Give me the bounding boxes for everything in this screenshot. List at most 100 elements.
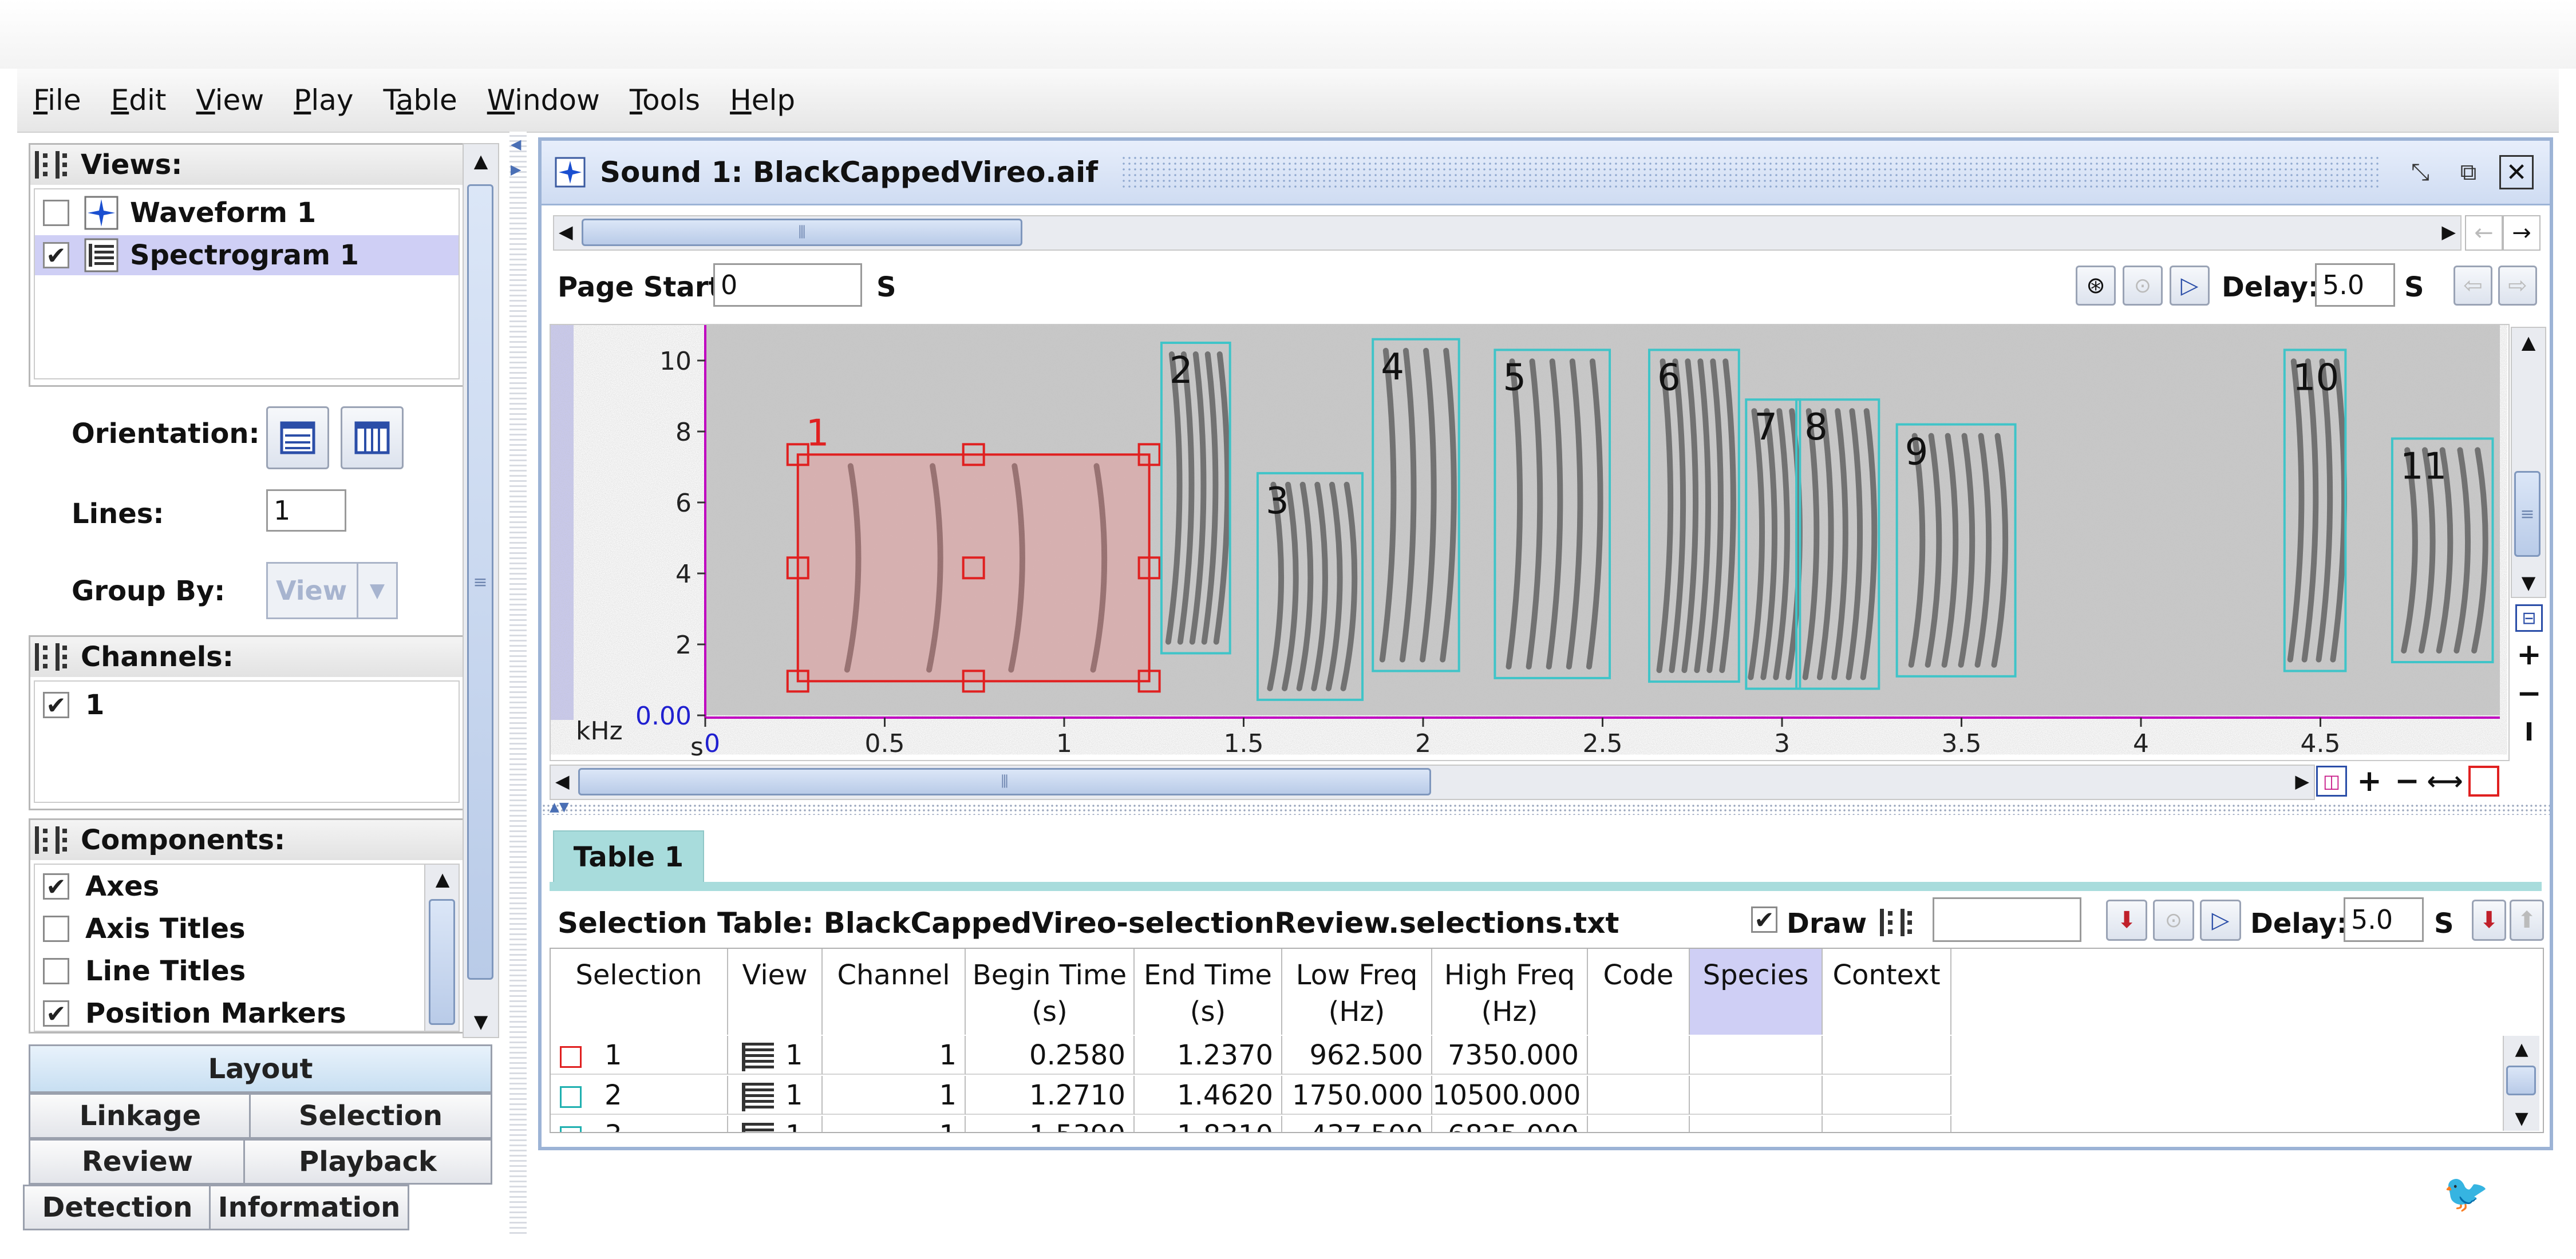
menu-play[interactable]: Play <box>294 84 353 117</box>
tab-linkage[interactable]: Linkage <box>29 1093 252 1139</box>
left-panel-scroll-thumb[interactable]: ≡ <box>467 184 493 980</box>
grip-icon[interactable] <box>30 640 70 674</box>
selection-box-1[interactable] <box>796 453 1151 683</box>
components-scroll-thumb[interactable] <box>429 899 455 1025</box>
draw-checkbox[interactable]: ✔ <box>1751 906 1777 934</box>
time-zoom-box-icon[interactable] <box>2468 766 2499 797</box>
scroll-up-icon[interactable]: ▲ <box>464 150 498 172</box>
column-header-begin-time[interactable]: Begin Time (s) <box>966 949 1135 1035</box>
grip-icon[interactable] <box>30 823 70 857</box>
page-start-input[interactable]: 0 <box>713 263 862 307</box>
view-item-waveform[interactable]: Waveform 1 <box>35 193 459 233</box>
column-header-high-freq[interactable]: High Freq (Hz) <box>1432 949 1588 1035</box>
table-cell-context[interactable] <box>1823 1076 1951 1115</box>
time-zoom-out-icon[interactable]: − <box>2392 764 2423 798</box>
component-item-position-markers[interactable]: ✔ Position Markers <box>35 993 413 1031</box>
table-prev-up-icon[interactable]: ⬆ <box>2510 900 2544 941</box>
menu-tools[interactable]: Tools <box>630 84 700 117</box>
grip-icon[interactable] <box>1875 905 1915 940</box>
table-cell-channel[interactable]: 1 <box>823 1116 966 1132</box>
grip-icon[interactable] <box>30 148 70 182</box>
freq-zoom-in-icon[interactable]: + <box>2515 638 2543 672</box>
table-cell-selection[interactable]: 2 <box>551 1076 728 1115</box>
time-scrollbar-top[interactable]: ◀ ⦀ ▶ <box>553 215 2462 251</box>
time-zoom-selection-icon[interactable]: ⟷ <box>2427 765 2463 798</box>
delay-back-icon[interactable]: ⇦ <box>2453 266 2492 306</box>
column-header-channel[interactable]: Channel <box>823 949 966 1035</box>
left-panel-scrollbar[interactable]: ▲ ≡ ▼ <box>463 143 499 1038</box>
tab-information[interactable]: Information <box>209 1185 409 1230</box>
chevron-down-icon[interactable]: ▼ <box>357 564 396 617</box>
table-cell-begin[interactable]: 1.5390 <box>966 1116 1135 1132</box>
table-cell-low[interactable]: 437.500 <box>1282 1116 1432 1132</box>
table-cell-low[interactable]: 962.500 <box>1282 1036 1432 1075</box>
minimize-icon[interactable]: ⤡ <box>2403 155 2437 189</box>
time-fit-icon[interactable]: ◫ <box>2316 766 2347 797</box>
table-cell-high[interactable]: 10500.000 <box>1432 1076 1588 1115</box>
time-scrollbar-bottom[interactable]: ◀ ⦀ ▶ <box>550 765 2315 800</box>
delay-input[interactable]: 5.0 <box>2315 263 2395 307</box>
menu-edit[interactable]: Edit <box>111 84 167 117</box>
table-cell-context[interactable] <box>1823 1036 1951 1075</box>
tab-selection[interactable]: Selection <box>249 1093 492 1139</box>
table-cell-view[interactable]: 1 <box>728 1036 823 1075</box>
component-checkbox-line-titles[interactable] <box>43 958 69 984</box>
table-cell-view[interactable]: 1 <box>728 1076 823 1115</box>
column-header-low-freq[interactable]: Low Freq (Hz) <box>1282 949 1432 1035</box>
tab-table-1[interactable]: Table 1 <box>553 830 704 883</box>
divider-arrows-icon[interactable]: ▲▼ <box>550 800 569 814</box>
table-cell-end[interactable]: 1.2370 <box>1135 1036 1282 1075</box>
delay-forward-icon[interactable]: ⇨ <box>2498 266 2537 306</box>
table-cell-channel[interactable]: 1 <box>823 1076 966 1115</box>
collapse-left-icon[interactable]: ◀ <box>511 136 521 152</box>
freq-zoom-out-icon[interactable]: − <box>2515 676 2543 711</box>
table-cell-code[interactable] <box>1588 1076 1690 1115</box>
freq-fit-icon[interactable]: ⊟ <box>2515 604 2543 632</box>
panel-splitter[interactable] <box>509 132 527 1236</box>
table-scrollbar[interactable]: ▲ ▼ <box>2503 1036 2539 1131</box>
view-item-spectrogram[interactable]: ✔ Spectrogram 1 <box>35 235 459 275</box>
table-cell-species[interactable] <box>1690 1076 1823 1115</box>
table-cell-species[interactable] <box>1690 1036 1823 1075</box>
menu-view[interactable]: View <box>196 84 264 117</box>
menu-file[interactable]: File <box>33 84 81 117</box>
column-header-selection[interactable]: Selection <box>551 949 728 1035</box>
maximize-icon[interactable]: ⧉ <box>2451 155 2486 189</box>
scroll-right-icon[interactable]: ▶ <box>2295 770 2309 792</box>
table-cell-channel[interactable]: 1 <box>823 1036 966 1075</box>
play-to-button[interactable]: ▷ <box>2170 266 2210 306</box>
lines-input[interactable]: 1 <box>266 489 346 532</box>
menu-window[interactable]: Window <box>487 84 600 117</box>
component-checkbox-axis-titles[interactable] <box>43 916 69 942</box>
freq-zoom-selection-icon[interactable]: I <box>2515 716 2543 748</box>
component-item-axis-titles[interactable]: Axis Titles <box>35 908 413 949</box>
groupby-select[interactable]: View ▼ <box>266 562 398 619</box>
tab-layout[interactable]: Layout <box>29 1044 492 1093</box>
frequency-scrollbar[interactable]: ▲ ≡ ▼ <box>2511 327 2546 598</box>
tab-detection[interactable]: Detection <box>23 1185 212 1230</box>
menu-help[interactable]: Help <box>730 84 795 117</box>
table-delay-input[interactable]: 5.0 <box>2344 897 2424 942</box>
components-scrollbar[interactable]: ▲ <box>424 865 459 1031</box>
spectrogram-plot[interactable]: 10 8 6 4 2 0.00 kHz 0 0.5 1 1.5 2 2.5 3 3.5 4 4.5 s 1 2 3 4 5 6… <box>551 325 2507 758</box>
scroll-left-icon[interactable]: ◀ <box>555 770 570 792</box>
scroll-up-icon[interactable]: ▲ <box>2504 1039 2539 1059</box>
table-cell-code[interactable] <box>1588 1116 1690 1132</box>
view-table-divider[interactable] <box>542 803 2550 815</box>
time-scroll-thumb-top[interactable]: ⦀ <box>582 219 1022 246</box>
table-cell-selection[interactable]: 1 <box>551 1036 728 1075</box>
table-stop-button[interactable]: ⊙ <box>2153 900 2194 941</box>
table-cell-species[interactable] <box>1690 1116 1823 1132</box>
time-scroll-thumb-bottom[interactable]: ⦀ <box>578 768 1431 795</box>
scroll-left-icon[interactable]: ◀ <box>559 221 573 243</box>
view-checkbox-spectrogram[interactable]: ✔ <box>43 241 69 270</box>
scroll-down-icon[interactable]: ▼ <box>464 1011 498 1032</box>
table-cell-view[interactable]: 1 <box>728 1116 823 1132</box>
view-checkbox-waveform[interactable] <box>43 200 69 226</box>
scroll-right-icon[interactable]: ▶ <box>2441 221 2456 243</box>
time-zoom-in-icon[interactable]: + <box>2354 764 2385 798</box>
orientation-vertical-button[interactable] <box>341 406 404 469</box>
column-header-code[interactable]: Code <box>1588 949 1690 1035</box>
scroll-down-icon[interactable]: ▼ <box>2512 572 2545 593</box>
channel-item[interactable]: ✔ 1 <box>35 685 459 725</box>
